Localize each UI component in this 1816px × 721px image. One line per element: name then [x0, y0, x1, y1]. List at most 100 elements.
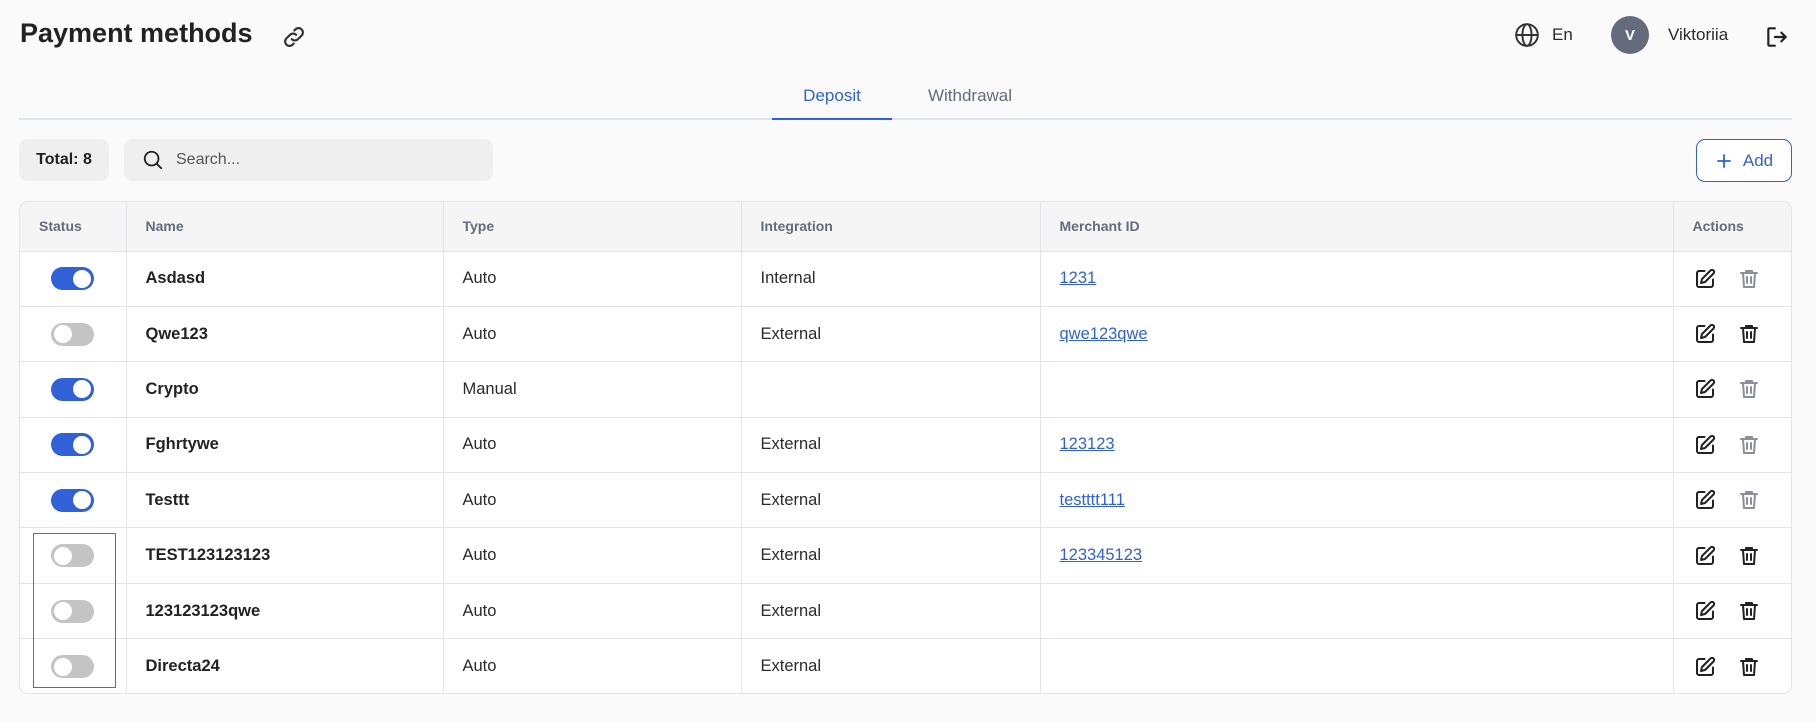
merchant-id-cell: 123345123 — [1040, 527, 1674, 584]
name-cell: Fghrtywe — [126, 417, 444, 474]
column-header-actions: Actions — [1673, 202, 1791, 252]
table-row: Testtt Auto External testttt111 — [20, 472, 1791, 529]
table-row: Directa24 Auto External — [20, 638, 1791, 693]
merchant-id-cell: 123123 — [1040, 417, 1674, 474]
page-title: Payment methods — [20, 18, 253, 48]
column-header-merchant-id[interactable]: Merchant ID — [1040, 202, 1674, 252]
status-cell — [20, 527, 127, 584]
merchant-id-link[interactable]: 1231 — [1060, 269, 1097, 287]
table-row: Crypto Manual — [20, 361, 1791, 418]
delete-icon[interactable] — [1737, 267, 1761, 291]
type-cell: Auto — [443, 417, 742, 474]
edit-icon[interactable] — [1693, 488, 1717, 512]
delete-icon[interactable] — [1737, 433, 1761, 457]
table-body: Asdasd Auto Internal 1231 Qwe123 Auto External… — [20, 251, 1791, 693]
search-input[interactable] — [176, 151, 476, 169]
integration-cell — [741, 361, 1041, 418]
merchant-id-cell: testttt111 — [1040, 472, 1674, 529]
edit-icon[interactable] — [1693, 599, 1717, 623]
merchant-id-cell — [1040, 638, 1674, 693]
edit-icon[interactable] — [1693, 655, 1717, 679]
actions-cell — [1673, 306, 1791, 363]
type-cell: Manual — [443, 361, 742, 418]
edit-icon[interactable] — [1693, 267, 1717, 291]
actions-cell — [1673, 417, 1791, 474]
toggle-knob — [54, 325, 72, 344]
actions-cell — [1673, 527, 1791, 584]
delete-icon[interactable] — [1737, 599, 1761, 623]
status-toggle[interactable] — [51, 377, 94, 401]
link-icon[interactable] — [281, 24, 307, 50]
table-row: TEST123123123 Auto External 123345123 — [20, 527, 1791, 584]
name-cell: Crypto — [126, 361, 444, 418]
table-header-row: Status Name Type Integration Merchant ID… — [20, 202, 1791, 252]
column-header-type[interactable]: Type — [443, 202, 742, 252]
column-header-name[interactable]: Name — [126, 202, 444, 252]
status-toggle[interactable] — [51, 267, 94, 291]
top-bar: Payment methods En V Viktoriia — [0, 0, 1816, 72]
tab-bar: Deposit Withdrawal — [19, 80, 1792, 120]
delete-icon[interactable] — [1737, 377, 1761, 401]
logout-icon[interactable] — [1764, 24, 1790, 50]
tab-deposit[interactable]: Deposit — [772, 86, 892, 120]
status-toggle[interactable] — [51, 599, 94, 623]
edit-icon[interactable] — [1693, 322, 1717, 346]
status-toggle[interactable] — [51, 544, 94, 568]
status-toggle[interactable] — [51, 433, 94, 457]
status-toggle[interactable] — [51, 322, 94, 346]
globe-icon — [1515, 23, 1539, 47]
table-row: 123123123qwe Auto External — [20, 583, 1791, 640]
status-cell — [20, 638, 127, 693]
edit-icon[interactable] — [1693, 377, 1717, 401]
toggle-knob — [73, 380, 91, 399]
status-cell — [20, 472, 127, 529]
type-cell: Auto — [443, 251, 742, 307]
delete-icon[interactable] — [1737, 322, 1761, 346]
delete-icon[interactable] — [1737, 544, 1761, 568]
integration-cell: External — [741, 583, 1041, 640]
language-label: En — [1552, 25, 1573, 44]
status-toggle[interactable] — [51, 488, 94, 512]
actions-cell — [1673, 361, 1791, 418]
toggle-knob — [73, 435, 91, 454]
status-toggle[interactable] — [51, 655, 94, 679]
toggle-knob — [54, 602, 72, 621]
column-header-status[interactable]: Status — [20, 202, 127, 252]
name-cell: Directa24 — [126, 638, 444, 693]
search-icon — [143, 150, 163, 170]
merchant-id-cell — [1040, 583, 1674, 640]
edit-icon[interactable] — [1693, 433, 1717, 457]
integration-cell: Internal — [741, 251, 1041, 307]
add-button-label: Add — [1742, 150, 1774, 170]
actions-cell — [1673, 639, 1791, 693]
status-cell — [20, 306, 127, 363]
avatar[interactable]: V — [1611, 16, 1649, 54]
toggle-knob — [73, 269, 91, 288]
name-cell: TEST123123123 — [126, 527, 444, 584]
status-cell — [20, 583, 127, 640]
integration-cell: External — [741, 638, 1041, 693]
merchant-id-link[interactable]: qwe123qwe — [1060, 325, 1148, 343]
delete-icon[interactable] — [1737, 655, 1761, 679]
add-button[interactable]: Add — [1696, 139, 1792, 182]
column-header-integration[interactable]: Integration — [741, 202, 1041, 252]
integration-cell: External — [741, 306, 1041, 363]
type-cell: Auto — [443, 527, 742, 584]
actions-cell — [1673, 472, 1791, 529]
search-box[interactable] — [124, 139, 493, 181]
username[interactable]: Viktoriia — [1668, 25, 1728, 45]
payment-methods-table: Status Name Type Integration Merchant ID… — [19, 201, 1792, 694]
merchant-id-link[interactable]: testttt111 — [1060, 491, 1125, 509]
merchant-id-link[interactable]: 123123 — [1060, 435, 1115, 453]
type-cell: Auto — [443, 583, 742, 640]
name-cell: 123123123qwe — [126, 583, 444, 640]
delete-icon[interactable] — [1737, 488, 1761, 512]
integration-cell: External — [741, 472, 1041, 529]
edit-icon[interactable] — [1693, 544, 1717, 568]
type-cell: Auto — [443, 306, 742, 363]
merchant-id-link[interactable]: 123345123 — [1060, 546, 1143, 564]
name-cell: Asdasd — [126, 251, 444, 307]
integration-cell: External — [741, 527, 1041, 584]
language-selector[interactable]: En — [1514, 22, 1573, 48]
tab-withdrawal[interactable]: Withdrawal — [905, 86, 1035, 120]
